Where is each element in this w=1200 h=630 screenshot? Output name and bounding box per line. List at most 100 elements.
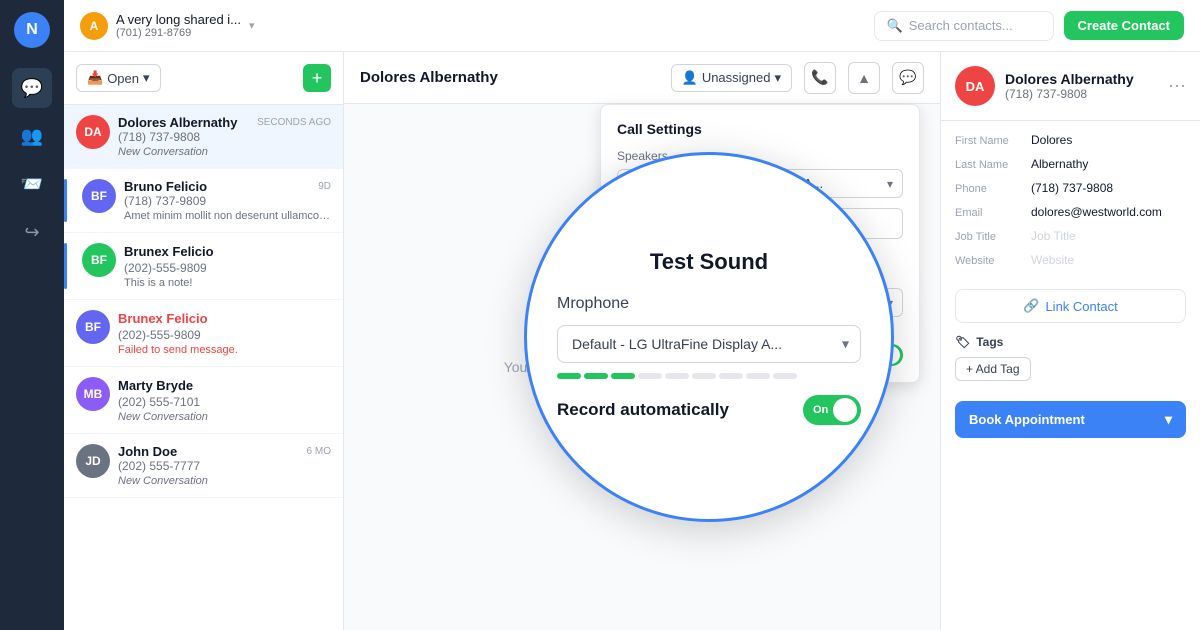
main-chat-area: Dolores Albernathy 👤 Unassigned ▾ 📞 ▲ 💬 … [344, 52, 940, 630]
add-tag-button[interactable]: + Add Tag [955, 357, 1031, 381]
conv-info: John Doe 6 MO (202) 555-7777 New Convers… [118, 444, 331, 487]
field-phone: Phone (718) 737-9808 [955, 181, 1186, 195]
magnify-record-label: Record automatically [557, 400, 729, 420]
volume-segment [557, 373, 581, 379]
field-label: Last Name [955, 159, 1023, 171]
conv-name: Bruno Felicio [124, 179, 207, 194]
conversation-item[interactable]: JD John Doe 6 MO (202) 555-7777 New Conv… [64, 434, 343, 498]
contact-avatar: DA [955, 66, 995, 106]
search-placeholder: Search contacts... [909, 18, 1013, 33]
create-contact-button[interactable]: Create Contact [1064, 11, 1184, 40]
workspace-info[interactable]: A A very long shared i... (701) 291-8769… [80, 12, 255, 40]
conv-info: Brunex Felicio (202)-555-9809 This is a … [124, 243, 331, 289]
conv-sub: New Conversation [118, 411, 331, 423]
link-contact-button[interactable]: 🔗 Link Contact [955, 289, 1186, 323]
field-placeholder: Job Title [1031, 229, 1076, 243]
conv-phone: (202)-555-9809 [118, 328, 331, 342]
assign-label: Unassigned [702, 70, 771, 85]
new-conversation-button[interactable]: + [303, 64, 331, 92]
contact-panel: DA Dolores Albernathy (718) 737-9808 ⋯ F… [940, 52, 1200, 630]
conv-info: Marty Bryde (202) 555-7101 New Conversat… [118, 377, 331, 423]
person-icon: 👤 [682, 70, 698, 86]
chat-contact-title: Dolores Albernathy [360, 69, 498, 86]
conversation-item[interactable]: MB Marty Bryde (202) 555-7101 New Conver… [64, 367, 343, 434]
magnify-volume-bar [557, 373, 861, 379]
field-first-name: First Name Dolores [955, 133, 1186, 147]
conversation-item[interactable]: BF Brunex Felicio (202)-555-9809 This is… [64, 233, 343, 300]
book-appointment-label: Book Appointment [969, 412, 1085, 427]
tags-section: 🏷 Tags + Add Tag [941, 335, 1200, 393]
app-header: A A very long shared i... (701) 291-8769… [64, 0, 1200, 52]
header-right: 🔍 Search contacts... Create Contact [874, 11, 1184, 41]
open-filter-button[interactable]: 📥 Open ▾ [76, 64, 161, 92]
nav-messages[interactable]: 💬 [12, 68, 52, 108]
app-logo[interactable]: N [14, 12, 50, 48]
volume-segment [665, 373, 689, 379]
field-label: Email [955, 207, 1023, 219]
call-settings-title: Call Settings [617, 121, 903, 137]
tag-icon: 🏷 [955, 335, 970, 349]
unread-indicator [64, 243, 67, 289]
volume-segment [638, 373, 662, 379]
contact-fields: First Name Dolores Last Name Albernathy … [941, 121, 1200, 289]
conv-time: 9D [318, 181, 331, 192]
assign-button[interactable]: 👤 Unassigned ▾ [671, 64, 792, 92]
volume-segment [746, 373, 770, 379]
book-appointment-button[interactable]: Book Appointment ▾ [955, 401, 1186, 438]
call-button[interactable]: 📞 [804, 62, 836, 94]
nav-contacts[interactable]: 👥 [12, 116, 52, 156]
open-filter-label: Open [107, 71, 139, 86]
field-placeholder: Website [1031, 253, 1074, 267]
more-options-button[interactable]: 💬 [892, 62, 924, 94]
workspace-avatar: A [80, 12, 108, 40]
field-job-title: Job Title Job Title [955, 229, 1186, 243]
more-options-icon[interactable]: ⋯ [1168, 76, 1186, 97]
nav-workflows[interactable]: ↪ [12, 212, 52, 252]
magnify-select-wrap: Default - LG UltraFine Display A... [557, 325, 861, 363]
conv-info: Brunex Felicio (202)-555-9809 Failed to … [118, 310, 331, 356]
conv-info: Dolores Albernathy SECONDS AGO (718) 737… [118, 115, 331, 158]
magnify-microphone-select[interactable]: Default - LG UltraFine Display A... [557, 325, 861, 363]
chat-header: Dolores Albernathy 👤 Unassigned ▾ 📞 ▲ 💬 [344, 52, 940, 104]
avatar: MB [76, 377, 110, 411]
avatar: BF [76, 310, 110, 344]
volume-segment [773, 373, 797, 379]
conv-time: SECONDS AGO [257, 117, 331, 128]
conversation-item[interactable]: BF Bruno Felicio 9D (718) 737-9809 Amet … [64, 169, 343, 233]
conv-time: 6 MO [307, 446, 331, 457]
contact-phone: (718) 737-9808 [1005, 87, 1134, 101]
conv-phone: (202) 555-7777 [118, 459, 331, 473]
search-contacts-input[interactable]: 🔍 Search contacts... [874, 11, 1054, 41]
conversation-list: 📥 Open ▾ + DA Dolores Albernathy SECONDS… [64, 52, 344, 630]
conv-sub: Amet minim mollit non deserunt ullamco e… [124, 210, 331, 222]
field-value: Dolores [1031, 133, 1072, 147]
field-value: (718) 737-9808 [1031, 181, 1113, 195]
nav-campaigns[interactable]: 📨 [12, 164, 52, 204]
conv-name: Marty Bryde [118, 378, 193, 393]
workspace-phone: (701) 291-8769 [116, 27, 241, 39]
call-settings-button[interactable]: ▲ [848, 62, 880, 94]
magnify-toggle-knob [833, 398, 857, 422]
conv-name: Dolores Albernathy [118, 115, 237, 130]
conversation-item[interactable]: DA Dolores Albernathy SECONDS AGO (718) … [64, 105, 343, 169]
search-icon: 🔍 [887, 18, 903, 34]
field-value: dolores@westworld.com [1031, 205, 1162, 219]
field-value: Albernathy [1031, 157, 1088, 171]
volume-segment [719, 373, 743, 379]
conv-sub: Failed to send message. [118, 344, 331, 356]
contact-header: DA Dolores Albernathy (718) 737-9808 ⋯ [941, 52, 1200, 121]
book-appointment-chevron-icon: ▾ [1165, 411, 1172, 428]
magnify-record-toggle[interactable]: On [803, 395, 861, 425]
conversation-item[interactable]: BF Brunex Felicio (202)-555-9809 Failed … [64, 300, 343, 367]
conv-name: Brunex Felicio [124, 244, 214, 259]
avatar: JD [76, 444, 110, 478]
sidebar-nav: N 💬 👥 📨 ↪ [0, 0, 64, 630]
field-label: Phone [955, 183, 1023, 195]
conv-name: John Doe [118, 444, 177, 459]
contact-name: Dolores Albernathy [1005, 71, 1134, 87]
conv-info: Bruno Felicio 9D (718) 737-9809 Amet min… [124, 179, 331, 222]
conv-phone: (718) 737-9808 [118, 130, 331, 144]
avatar: BF [82, 179, 116, 213]
workspace-chevron-icon: ▾ [249, 19, 255, 32]
workspace-name: A very long shared i... [116, 12, 241, 27]
